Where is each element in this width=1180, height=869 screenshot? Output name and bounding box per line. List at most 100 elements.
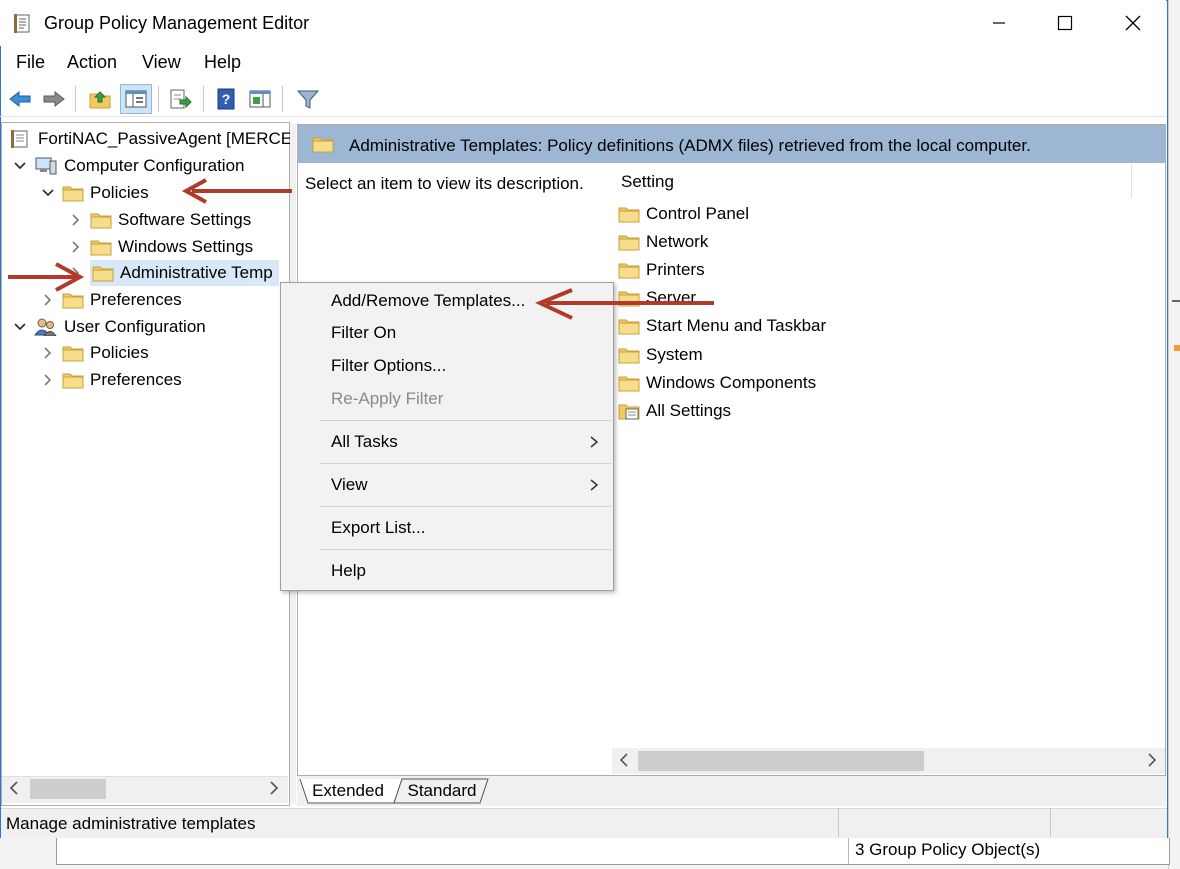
tree-item-computer-configuration[interactable]: Computer Configuration bbox=[12, 153, 244, 179]
export-list-icon bbox=[170, 89, 192, 109]
tab-standard[interactable]: Standard bbox=[402, 778, 482, 804]
folder-icon bbox=[618, 374, 640, 392]
chevron-down-icon[interactable] bbox=[12, 158, 28, 174]
chevron-down-icon[interactable] bbox=[12, 319, 28, 335]
list-item-control-panel[interactable]: Control Panel bbox=[618, 201, 749, 227]
scroll-right-arrow-icon[interactable] bbox=[1146, 752, 1158, 773]
scroll-left-arrow-icon[interactable] bbox=[8, 780, 20, 801]
scroll-left-arrow-icon[interactable] bbox=[618, 752, 630, 773]
status-divider bbox=[838, 808, 839, 837]
menu-item-filter-on[interactable]: Filter On bbox=[331, 323, 396, 343]
tree-item-label: FortiNAC_PassiveAgent [MERCE bbox=[38, 129, 293, 148]
all-settings-icon bbox=[618, 404, 640, 420]
folder-icon bbox=[62, 291, 84, 309]
menu-separator bbox=[320, 420, 611, 421]
annotation-arrow-icon bbox=[181, 178, 292, 204]
scroll-right-arrow-icon[interactable] bbox=[268, 780, 280, 801]
folder-icon bbox=[618, 346, 640, 364]
status-text: Manage administrative templates bbox=[6, 814, 256, 833]
list-item-all-settings[interactable]: All Settings bbox=[618, 398, 731, 424]
menu-item-add-remove-templates[interactable]: Add/Remove Templates... bbox=[331, 291, 525, 311]
tree-item-user-policies[interactable]: Policies bbox=[40, 340, 149, 366]
list-item-label: System bbox=[646, 345, 703, 364]
menu-help[interactable]: Help bbox=[204, 52, 241, 73]
tree-item-label: Software Settings bbox=[118, 210, 252, 229]
up-one-level-button[interactable] bbox=[86, 85, 114, 113]
forward-button[interactable] bbox=[40, 85, 68, 113]
close-button[interactable] bbox=[1100, 0, 1166, 46]
tree-scrollbar-thumb[interactable] bbox=[30, 779, 106, 799]
chevron-down-icon[interactable] bbox=[40, 185, 56, 201]
tree-item-user-preferences[interactable]: Preferences bbox=[40, 367, 182, 393]
list-item-network[interactable]: Network bbox=[618, 229, 708, 255]
tree-item-windows-settings[interactable]: Windows Settings bbox=[68, 234, 253, 260]
menu-item-all-tasks[interactable]: All Tasks bbox=[331, 432, 398, 452]
tab-extended[interactable]: Extended bbox=[308, 778, 388, 804]
menu-view[interactable]: View bbox=[142, 52, 181, 73]
menu-item-help[interactable]: Help bbox=[331, 561, 366, 581]
menu-item-view[interactable]: View bbox=[331, 475, 368, 495]
help-book-icon: ? bbox=[217, 88, 235, 110]
chevron-right-icon[interactable] bbox=[68, 239, 84, 255]
minimize-button[interactable] bbox=[966, 0, 1032, 46]
menu-file[interactable]: File bbox=[16, 52, 45, 73]
list-item-windows-components[interactable]: Windows Components bbox=[618, 370, 816, 396]
window-title: Group Policy Management Editor bbox=[44, 13, 310, 33]
list-item-label: Control Panel bbox=[646, 204, 750, 223]
annotation-arrow-icon bbox=[535, 288, 714, 320]
submenu-arrow-icon bbox=[590, 479, 599, 491]
tree-item-label: Windows Settings bbox=[118, 237, 254, 256]
tree-item-administrative-templates[interactable]: Administrative Temp bbox=[68, 260, 279, 286]
details-scrollbar-thumb[interactable] bbox=[638, 751, 924, 771]
computer-icon bbox=[35, 157, 57, 175]
console-tree-icon bbox=[125, 90, 147, 108]
maximize-button[interactable] bbox=[1032, 0, 1098, 46]
action-pane-icon bbox=[249, 90, 271, 108]
svg-text:?: ? bbox=[222, 91, 231, 107]
menu-separator bbox=[320, 506, 611, 507]
tree-item-label: Policies bbox=[90, 183, 149, 202]
chevron-right-icon[interactable] bbox=[40, 292, 56, 308]
export-list-button[interactable] bbox=[166, 85, 194, 113]
tree-item-software-settings[interactable]: Software Settings bbox=[68, 207, 251, 233]
users-icon bbox=[34, 318, 57, 336]
maximize-icon bbox=[1057, 15, 1073, 31]
folder-icon bbox=[62, 371, 84, 389]
tree-selection-highlight: Administrative Temp bbox=[90, 260, 279, 286]
back-arrow-icon bbox=[9, 90, 31, 108]
chevron-right-icon[interactable] bbox=[40, 345, 56, 361]
tree-item-label: Computer Configuration bbox=[64, 156, 245, 175]
list-item-label: Printers bbox=[646, 260, 705, 279]
list-item-label: All Settings bbox=[646, 401, 732, 420]
show-hide-console-tree-button[interactable] bbox=[120, 84, 152, 114]
description-text: Select an item to view its description. bbox=[305, 174, 584, 193]
menu-item-export-list[interactable]: Export List... bbox=[331, 518, 425, 538]
background-status-gpo-count: 3 Group Policy Object(s) bbox=[848, 838, 1048, 864]
tree-item-policies[interactable]: Policies bbox=[40, 180, 149, 206]
toolbar-separator bbox=[75, 86, 76, 112]
help-button[interactable]: ? bbox=[212, 85, 240, 113]
background-window-edge bbox=[1168, 0, 1180, 869]
filter-button[interactable] bbox=[294, 85, 322, 113]
list-item-label: Network bbox=[646, 232, 709, 251]
status-divider bbox=[1050, 808, 1051, 837]
show-hide-action-pane-button[interactable] bbox=[246, 85, 274, 113]
toolbar-separator bbox=[282, 86, 283, 112]
tree-item-user-configuration[interactable]: User Configuration bbox=[12, 314, 206, 340]
chevron-right-icon[interactable] bbox=[40, 372, 56, 388]
column-header-setting[interactable]: Setting bbox=[621, 172, 674, 192]
folder-icon bbox=[62, 344, 84, 362]
back-button[interactable] bbox=[6, 85, 34, 113]
list-item-printers[interactable]: Printers bbox=[618, 257, 705, 283]
tree-root-gpo[interactable]: FortiNAC_PassiveAgent [MERCE bbox=[8, 126, 292, 152]
column-divider[interactable] bbox=[1131, 164, 1132, 198]
folder-icon bbox=[90, 238, 112, 256]
menu-action[interactable]: Action bbox=[67, 52, 117, 73]
chevron-right-icon[interactable] bbox=[68, 212, 84, 228]
list-item-system[interactable]: System bbox=[618, 342, 703, 368]
menu-item-filter-options[interactable]: Filter Options... bbox=[331, 356, 446, 376]
background-window-mark bbox=[1172, 300, 1180, 302]
filter-funnel-icon bbox=[296, 90, 320, 109]
folder-icon bbox=[618, 261, 640, 279]
list-item-label: Windows Components bbox=[646, 373, 817, 392]
